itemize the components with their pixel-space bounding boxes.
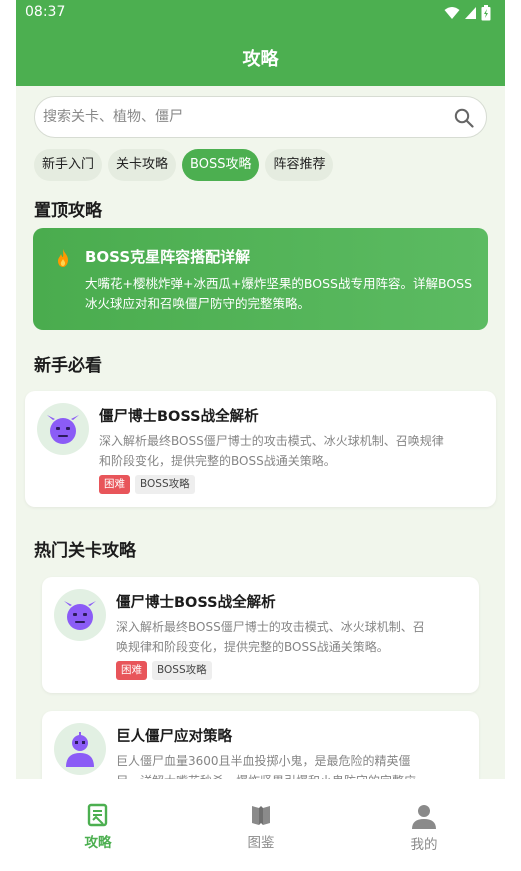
guide-desc-line: 和阶段变化，提供完整的BOSS战通关策略。	[99, 454, 336, 468]
beginner-section-title: 新手必看	[34, 356, 102, 376]
guide-icon	[87, 803, 108, 827]
guide-card[interactable]: 僵尸博士BOSS战全解析 深入解析最终BOSS僵尸博士的攻击模式、冰火球机制、召…	[25, 391, 496, 507]
user-icon	[412, 805, 436, 829]
cell-signal-icon	[465, 7, 476, 19]
guide-tags: 困难 BOSS攻略	[116, 661, 212, 680]
nav-item-encyclopedia[interactable]: 图鉴	[221, 803, 301, 851]
guide-desc-line: 深入解析最终BOSS僵尸博士的攻击模式、冰火球机制、召唤规律	[99, 434, 444, 448]
tab-level-guides[interactable]: 关卡攻略	[108, 149, 177, 181]
guide-desc-line: 深入解析最终BOSS僵尸博士的攻击模式、冰火球机制、召	[116, 620, 425, 634]
status-icons	[444, 5, 491, 21]
status-time: 08:37	[25, 4, 66, 20]
search-input[interactable]	[43, 103, 443, 131]
guide-card[interactable]: 僵尸博士BOSS战全解析 深入解析最终BOSS僵尸博士的攻击模式、冰火球机制、召…	[42, 577, 479, 693]
search-bar[interactable]	[34, 96, 487, 138]
guide-tags: 困难 BOSS攻略	[99, 475, 195, 494]
category-tabs: 新手入门 关卡攻略 BOSS攻略 阵容推荐	[34, 149, 334, 181]
nav-label: 图鉴	[247, 835, 275, 851]
search-icon[interactable]	[454, 108, 474, 128]
bottom-nav: 攻略 图鉴 我的	[16, 779, 505, 871]
category-badge: BOSS攻略	[152, 661, 212, 680]
app-screen: 08:37 攻略 新手入门 关卡攻略 BOSS攻略 阵容推荐 置顶攻略 BOSS…	[16, 0, 505, 871]
avatar	[54, 589, 106, 641]
page-title: 攻略	[242, 49, 279, 70]
app-bar: 攻略	[16, 28, 505, 86]
wifi-icon	[444, 7, 460, 19]
difficulty-badge: 困难	[99, 475, 130, 494]
zombie-boss-icon	[47, 415, 79, 444]
status-bar: 08:37	[16, 0, 505, 28]
avatar	[37, 403, 89, 455]
guide-desc: 深入解析最终BOSS僵尸博士的攻击模式、冰火球机制、召 唤规律和阶段变化，提供完…	[116, 617, 425, 657]
avatar	[54, 723, 106, 775]
guide-title: 巨人僵尸应对策略	[116, 729, 232, 745]
guide-desc-line: 巨人僵尸血量3600且半血投掷小鬼，是最危险的精英僵	[116, 754, 411, 768]
tab-boss-guides[interactable]: BOSS攻略	[182, 149, 260, 181]
difficulty-badge: 困难	[116, 661, 147, 680]
guide-title: 僵尸博士BOSS战全解析	[116, 595, 276, 611]
hot-section-title: 热门关卡攻略	[34, 541, 136, 561]
guide-desc-line: 唤规律和阶段变化，提供完整的BOSS战通关策略。	[116, 640, 389, 654]
fire-icon	[58, 249, 68, 267]
zombie-boss-icon	[64, 601, 96, 630]
guide-title: 僵尸博士BOSS战全解析	[99, 409, 259, 425]
tab-lineup[interactable]: 阵容推荐	[265, 149, 334, 181]
tab-beginner[interactable]: 新手入门	[34, 149, 103, 181]
book-icon	[252, 806, 270, 825]
nav-label: 我的	[410, 837, 438, 853]
guide-desc: 深入解析最终BOSS僵尸博士的攻击模式、冰火球机制、召唤规律 和阶段变化，提供完…	[99, 431, 444, 471]
nav-item-profile[interactable]: 我的	[384, 803, 464, 853]
category-badge: BOSS攻略	[135, 475, 195, 494]
battery-icon	[481, 5, 491, 21]
pinned-section-title: 置顶攻略	[34, 201, 102, 221]
nav-label: 攻略	[84, 835, 112, 851]
pinned-guide-card[interactable]: BOSS克星阵容搭配详解 大嘴花+樱桃炸弹+冰西瓜+爆炸坚果的BOSS战专用阵容…	[33, 228, 488, 330]
pinned-guide-desc: 大嘴花+樱桃炸弹+冰西瓜+爆炸坚果的BOSS战专用阵容。详解BOSS冰火球应对和…	[85, 276, 473, 311]
nav-item-guide[interactable]: 攻略	[58, 803, 138, 851]
giant-zombie-icon	[66, 732, 94, 767]
pinned-guide-title: BOSS克星阵容搭配详解	[85, 248, 251, 266]
